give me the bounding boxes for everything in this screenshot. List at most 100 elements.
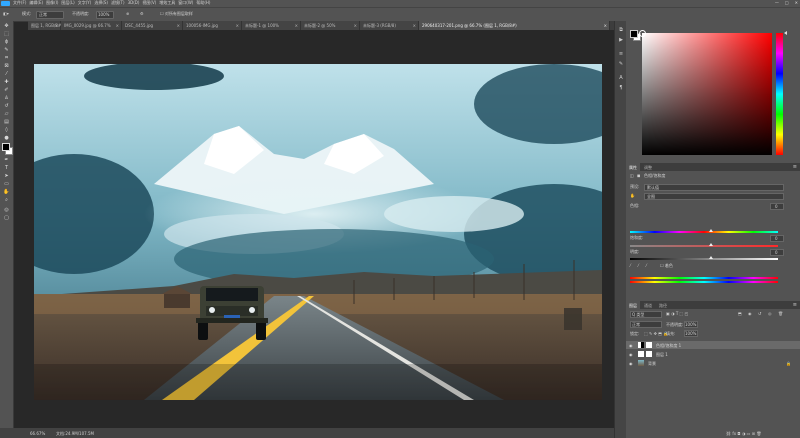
channel-select[interactable]: 全图 [644, 193, 784, 200]
layer-row[interactable]: ◉ 图层 1 [626, 350, 800, 358]
menu-item[interactable]: 视图(V) [142, 0, 156, 6]
view-previous-icon[interactable]: ◉ [748, 311, 753, 316]
quick-select-tool-icon[interactable]: ✎ [2, 47, 11, 53]
zoom-level[interactable]: 66.67% [30, 431, 45, 437]
eye-icon[interactable]: ◉ [629, 361, 633, 367]
delete-icon[interactable]: 🗑 [778, 311, 783, 316]
reset-icon[interactable]: ↺ [758, 311, 763, 316]
brush-tool-icon[interactable]: ✐ [2, 87, 11, 93]
close-tab-icon[interactable]: × [116, 23, 119, 29]
panel-menu-icon[interactable]: ≡ [793, 164, 797, 170]
eyedropper-icon[interactable]: ⁄ [630, 263, 635, 268]
colorize-checkbox[interactable]: ☐ 着色 [660, 263, 673, 269]
close-tab-icon[interactable]: × [177, 23, 180, 29]
close-tab-icon[interactable]: × [236, 23, 239, 29]
path-select-tool-icon[interactable]: ➤ [2, 173, 11, 179]
tab-paths[interactable]: 路径 [656, 301, 670, 309]
menu-item[interactable]: 3D(D) [128, 0, 140, 6]
hue-adjust-slider[interactable] [630, 229, 778, 233]
canvas-workspace[interactable] [28, 30, 614, 427]
clip-to-layer-icon[interactable]: ⬒ [738, 311, 743, 316]
zoom-tool-icon[interactable]: ⌕ [2, 197, 11, 203]
document-tab[interactable]: 未标题-1 @ 100% × [242, 21, 301, 30]
saturation-slider-knob[interactable] [709, 243, 714, 246]
hue-input[interactable]: 0 [770, 203, 784, 210]
mask-thumbnail[interactable] [646, 351, 652, 357]
photoshop-logo[interactable] [1, 1, 10, 6]
document-tab[interactable]: 未标题-2 @ 50% × [301, 21, 360, 30]
target-icon[interactable]: ⊕ [126, 11, 129, 17]
brush-settings-icon[interactable]: ✎ [618, 61, 624, 67]
settings-icon[interactable]: ⚙ [140, 11, 144, 17]
document-size[interactable]: 文档:24.9M/107.5M [56, 431, 94, 437]
add-mask-icon[interactable]: ◘ [737, 431, 740, 436]
color-picker-cursor[interactable] [639, 30, 646, 37]
history-panel-icon[interactable]: ⧉ [618, 27, 624, 33]
document-tab[interactable]: DSC_4455.jpg × [122, 21, 183, 30]
menu-item[interactable]: 选择(S) [94, 0, 108, 6]
maximize-button[interactable]: □ [785, 0, 789, 6]
color-panel-fg-swatch[interactable] [630, 30, 638, 38]
close-button[interactable]: ✕ [795, 0, 798, 6]
close-tab-icon[interactable]: × [295, 23, 298, 29]
color-picker-field[interactable] [639, 30, 772, 155]
move-tool-icon[interactable]: ✥ [2, 23, 11, 29]
layer-row[interactable]: ◉ 背景 🔒 [626, 359, 800, 367]
eye-icon[interactable]: ◉ [629, 352, 633, 358]
menu-item[interactable]: 滤镜(T) [111, 0, 125, 6]
new-adjustment-icon[interactable]: ◑ [742, 431, 746, 436]
document-tab[interactable]: 图层 1, RGB/8# × [28, 21, 61, 30]
layers-menu-icon[interactable]: ≡ [793, 302, 797, 308]
tab-adjustments[interactable]: 调整 [641, 163, 655, 171]
color-swatches[interactable] [2, 143, 13, 155]
menu-item[interactable]: 帮助(H) [196, 0, 210, 6]
menu-item[interactable]: 编辑(E) [29, 0, 43, 6]
lightness-input[interactable]: 0 [770, 249, 784, 256]
document-image[interactable] [34, 64, 602, 400]
minimize-button[interactable]: — [775, 0, 779, 6]
mask-thumbnail[interactable] [646, 342, 652, 348]
lock-icon[interactable]: 🔒 [786, 361, 791, 367]
hand-adjust-icon[interactable]: ✋ [630, 193, 635, 198]
blur-tool-icon[interactable]: ◊ [2, 127, 11, 133]
fill-input[interactable]: 100% [684, 330, 698, 337]
eye-icon[interactable]: ◉ [629, 343, 633, 349]
eyedropper-subtract-icon[interactable]: ⁄ [646, 263, 651, 268]
hue-slider-knob[interactable] [709, 229, 714, 232]
layer-opacity-input[interactable]: 100% [684, 321, 698, 328]
hue-slider-handle[interactable] [784, 31, 787, 35]
screen-mode-icon[interactable]: ▢ [2, 215, 11, 221]
dodge-tool-icon[interactable]: ● [2, 135, 11, 141]
lasso-tool-icon[interactable]: ϕ [2, 39, 11, 45]
properties-panel-icon[interactable]: ≡ [618, 51, 624, 57]
healing-brush-icon[interactable]: ✚ [2, 79, 11, 85]
pen-tool-icon[interactable]: ✒ [2, 157, 11, 163]
crop-tool-icon[interactable]: ⌗ [2, 55, 11, 61]
type-tool-icon[interactable]: T [2, 165, 11, 171]
tool-preset-icon[interactable]: ◧▾ [3, 11, 9, 17]
close-tab-icon[interactable]: × [354, 23, 357, 29]
close-tab-icon[interactable]: × [413, 23, 416, 29]
history-brush-icon[interactable]: ↺ [2, 103, 11, 109]
close-tab-icon[interactable]: × [55, 23, 58, 29]
close-tab-icon[interactable]: × [604, 23, 607, 29]
saturation-input[interactable]: 0 [770, 235, 784, 242]
actions-panel-icon[interactable]: ▶ [618, 37, 624, 43]
document-tab[interactable]: 100056-IMG.jpg × [183, 21, 242, 30]
eyedropper-tool-icon[interactable]: ⁄ [2, 71, 11, 77]
document-tab[interactable]: 290640317-201.png @ 66.7% (图层 1, RGB/8#)… [419, 21, 610, 30]
menu-item[interactable]: 文件(F) [13, 0, 26, 6]
menu-item[interactable]: 增效工具 [159, 0, 175, 6]
mode-select[interactable]: 正常 [36, 11, 64, 19]
layer-filter-icons[interactable]: ▣ ◑ T ⬚ ◰ [666, 311, 688, 317]
paragraph-panel-icon[interactable]: ¶ [618, 85, 624, 91]
hue-slider[interactable] [776, 31, 787, 155]
tab-channels[interactable]: 通道 [641, 301, 655, 309]
stamp-tool-icon[interactable]: ♙ [2, 95, 11, 101]
lightness-slider-knob[interactable] [709, 256, 714, 259]
saturation-adjust-slider[interactable] [630, 243, 778, 247]
document-tab[interactable]: IMG_0029.jpg @ 66.7% × [61, 21, 122, 30]
marquee-tool-icon[interactable]: ⬚ [2, 31, 11, 37]
hand-tool-icon[interactable]: ✋ [2, 189, 11, 195]
preset-select[interactable]: 默认值 [644, 184, 784, 191]
